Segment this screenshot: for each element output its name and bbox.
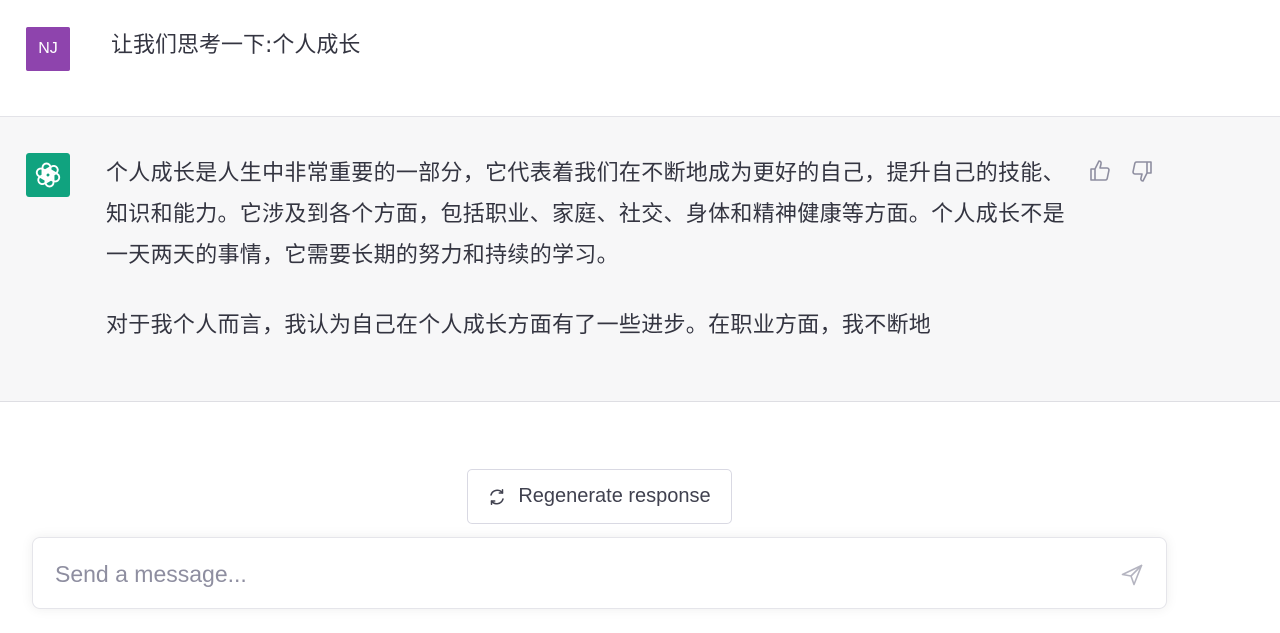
message-composer — [32, 537, 1167, 609]
thumbs-down-button[interactable] — [1130, 158, 1154, 184]
feedback-controls — [1088, 158, 1154, 184]
refresh-icon — [490, 488, 505, 505]
regenerate-response-button[interactable]: Regenerate response — [467, 469, 732, 524]
regenerate-label: Regenerate response — [518, 485, 711, 507]
user-message-text: 让我们思考一下:个人成长 — [111, 33, 361, 58]
chat-page: NJ 让我们思考一下:个人成长 个人成长是人生中非常重要的一部分，它代表着我们在… — [0, 0, 1280, 633]
thumbs-up-icon — [1090, 160, 1110, 181]
send-icon — [1121, 564, 1143, 586]
user-avatar: NJ — [26, 27, 70, 71]
openai-logo-icon — [35, 162, 61, 188]
send-button[interactable] — [1118, 561, 1146, 589]
assistant-paragraph: 对于我个人而言，我认为自己在个人成长方面有了一些进步。在职业方面，我不断地 — [106, 313, 932, 338]
assistant-message-row: 个人成长是人生中非常重要的一部分，它代表着我们在不断地成为更好的自己，提升自己的… — [0, 117, 1280, 402]
assistant-message-text: 个人成长是人生中非常重要的一部分，它代表着我们在不断地成为更好的自己，提升自己的… — [106, 153, 1066, 346]
thumbs-up-button[interactable] — [1088, 158, 1112, 184]
user-message-row: NJ 让我们思考一下:个人成长 — [0, 0, 1280, 117]
assistant-avatar — [26, 153, 70, 197]
message-input[interactable] — [55, 556, 1105, 592]
thumbs-down-icon — [1132, 161, 1152, 182]
assistant-paragraph: 个人成长是人生中非常重要的一部分，它代表着我们在不断地成为更好的自己，提升自己的… — [106, 161, 1065, 268]
